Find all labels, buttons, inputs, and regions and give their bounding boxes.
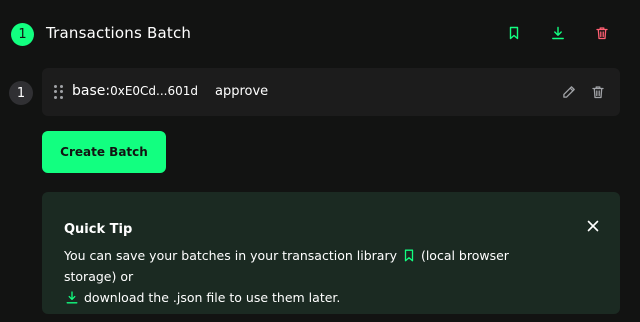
transaction-address: base:0xE0Cd...601d <box>72 83 198 99</box>
close-icon[interactable] <box>586 219 600 233</box>
trash-icon <box>596 27 608 40</box>
transaction-row[interactable]: base:0xE0Cd...601d approve <box>42 68 620 116</box>
bookmark-icon <box>509 26 519 40</box>
drag-handle-icon[interactable] <box>54 85 64 99</box>
pencil-icon <box>563 86 575 98</box>
batch-count-badge: 1 <box>11 23 34 46</box>
download-icon <box>552 26 564 40</box>
delete-batch-button[interactable] <box>593 24 611 42</box>
transaction-index-badge: 1 <box>9 81 33 105</box>
quick-tip-text: You can save your batches in your transa… <box>64 245 564 308</box>
delete-transaction-button[interactable] <box>590 84 606 100</box>
contract-address: 0xE0Cd...601d <box>110 84 199 98</box>
save-to-library-button[interactable] <box>505 24 523 42</box>
create-batch-button[interactable]: Create Batch <box>42 131 166 173</box>
trash-icon <box>592 86 604 99</box>
download-icon <box>66 291 78 304</box>
batch-header: 1 Transactions Batch <box>0 0 640 70</box>
transaction-method: approve <box>215 84 269 99</box>
edit-transaction-button[interactable] <box>561 84 577 100</box>
bookmark-icon <box>404 249 414 262</box>
transaction-builder: 1 Transactions Batch 1 base:0xE0Cd...601… <box>0 0 640 322</box>
download-json-button[interactable] <box>549 24 567 42</box>
tip-text-part1: You can save your batches in your transa… <box>64 248 397 263</box>
batch-title: Transactions Batch <box>46 24 192 42</box>
quick-tip-panel: Quick Tip You can save your batches in y… <box>42 192 620 314</box>
quick-tip-title: Quick Tip <box>64 222 133 237</box>
tip-text-part3: download the .json file to use them late… <box>83 290 341 305</box>
chain-prefix: base: <box>72 83 111 99</box>
